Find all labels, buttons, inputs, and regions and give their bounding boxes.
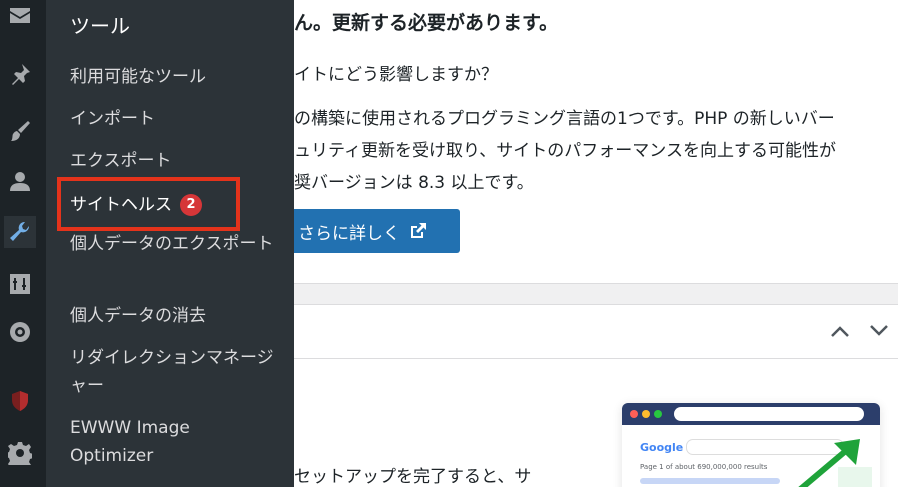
section-divider xyxy=(294,283,898,305)
submenu-item-available-tools[interactable]: 利用可能なツール xyxy=(70,63,280,91)
brush-icon[interactable] xyxy=(4,115,36,147)
submenu-item-import[interactable]: インポート xyxy=(70,105,280,133)
chevron-up-icon[interactable] xyxy=(829,323,851,339)
settings-icon[interactable] xyxy=(4,268,36,300)
admin-sidebar xyxy=(0,0,46,487)
user-icon[interactable] xyxy=(4,165,36,197)
gear-icon[interactable] xyxy=(4,437,36,469)
shield-icon[interactable] xyxy=(4,385,36,417)
address-bar xyxy=(674,407,864,421)
learn-more-label: さらに詳しく xyxy=(298,223,400,244)
tools-submenu: ツール 利用可能なツール インポート エクスポート サイトヘルス 2 個人データの… xyxy=(46,0,294,487)
wrench-icon[interactable] xyxy=(4,216,36,248)
paragraph-line: ュリティ更新を受け取り、サイトのパフォーマンスを向上する可能性が xyxy=(294,141,836,161)
question-text: イトにどう影響しますか？ xyxy=(294,65,498,85)
search-brand: Google xyxy=(640,441,684,454)
paragraph-line: 奨バージョンは 8.3 以上です。 xyxy=(294,173,534,193)
section-heading: ん。更新する必要があります。 xyxy=(294,12,559,34)
submenu-title: ツール xyxy=(70,14,130,38)
mail-icon[interactable] xyxy=(4,0,36,32)
browser-bar xyxy=(622,403,880,425)
paragraph-line: の構築に使用されるプログラミング言語の1つです。PHP の新しいバー xyxy=(294,109,835,129)
submenu-item-ewww-image-optimizer[interactable]: EWWW Image Optimizer xyxy=(70,414,250,470)
result-line xyxy=(640,478,780,484)
chevron-down-icon[interactable] xyxy=(868,323,890,339)
setup-text: セットアップを完了すると、サ xyxy=(294,467,532,487)
submenu-item-redirection-manager[interactable]: リダイレクションマネージャー xyxy=(70,344,280,400)
submenu-item-erase-personal-data[interactable]: 個人データの消去 xyxy=(70,302,280,330)
gear-badge-icon[interactable] xyxy=(4,316,36,348)
window-dot xyxy=(654,410,662,418)
highlight-box xyxy=(57,177,240,231)
main-content: ん。更新する必要があります。 イトにどう影響しますか？ の構築に使用されるプログ… xyxy=(294,0,898,487)
growth-arrow-icon xyxy=(798,439,872,487)
seo-illustration: Google Page 1 of about 690,000,000 resul… xyxy=(622,403,880,487)
window-dot xyxy=(630,410,638,418)
submenu-item-export[interactable]: エクスポート xyxy=(70,147,280,175)
window-dot xyxy=(642,410,650,418)
pin-icon[interactable] xyxy=(4,58,36,90)
submenu-item-export-personal-data[interactable]: 個人データのエクスポート xyxy=(70,230,280,258)
learn-more-button[interactable]: さらに詳しく xyxy=(294,209,460,253)
results-text: Page 1 of about 690,000,000 results xyxy=(640,463,768,471)
divider xyxy=(294,358,898,359)
external-link-icon xyxy=(411,223,426,238)
